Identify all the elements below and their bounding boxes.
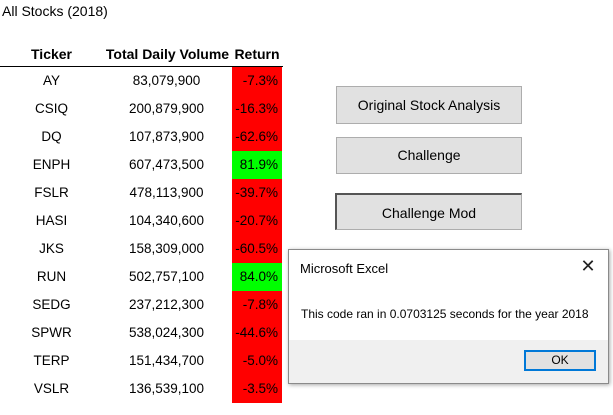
return-cell[interactable]: -62.6% — [232, 123, 282, 151]
table-row: RUN 502,757,100 84.0% — [0, 263, 283, 291]
table-row: AY 83,079,900 -7.3% — [0, 67, 283, 95]
volume-cell[interactable]: 607,473,500 — [105, 151, 228, 179]
message-dialog: Microsoft Excel ✕ This code ran in 0.070… — [288, 249, 609, 384]
volume-cell[interactable]: 136,539,100 — [105, 375, 228, 403]
table-row: TERP 151,434,700 -5.0% — [0, 347, 283, 375]
volume-cell[interactable]: 538,024,300 — [105, 319, 228, 347]
header-total-daily-volume: Total Daily Volume — [105, 46, 230, 62]
ticker-cell[interactable]: AY — [0, 67, 103, 95]
table-row: ENPH 607,473,500 81.9% — [0, 151, 283, 179]
ok-button[interactable]: OK — [524, 350, 596, 371]
table-row: JKS 158,309,000 -60.5% — [0, 235, 283, 263]
volume-cell[interactable]: 502,757,100 — [105, 263, 228, 291]
return-cell[interactable]: -7.3% — [232, 67, 282, 95]
stock-table: AY 83,079,900 -7.3% CSIQ 200,879,900 -16… — [0, 67, 283, 403]
dialog-title: Microsoft Excel — [300, 261, 389, 276]
table-row: HASI 104,340,600 -20.7% — [0, 207, 283, 235]
table-row: FSLR 478,113,900 -39.7% — [0, 179, 283, 207]
volume-cell[interactable]: 158,309,000 — [105, 235, 228, 263]
return-cell[interactable]: -39.7% — [232, 179, 282, 207]
volume-cell[interactable]: 107,873,900 — [105, 123, 228, 151]
ticker-cell[interactable]: FSLR — [0, 179, 103, 207]
challenge-button[interactable]: Challenge — [336, 137, 522, 174]
return-cell[interactable]: -16.3% — [232, 95, 282, 123]
return-cell[interactable]: -3.5% — [232, 375, 282, 403]
ticker-cell[interactable]: TERP — [0, 347, 103, 375]
header-ticker: Ticker — [31, 46, 72, 62]
return-cell[interactable]: 81.9% — [232, 151, 282, 179]
table-row: DQ 107,873,900 -62.6% — [0, 123, 283, 151]
table-row: SEDG 237,212,300 -7.8% — [0, 291, 283, 319]
return-cell[interactable]: -7.8% — [232, 291, 282, 319]
header-return: Return — [234, 46, 280, 62]
volume-cell[interactable]: 200,879,900 — [105, 95, 228, 123]
dialog-message: This code ran in 0.0703125 seconds for t… — [301, 307, 589, 321]
volume-cell[interactable]: 478,113,900 — [105, 179, 228, 207]
table-row: VSLR 136,539,100 -3.5% — [0, 375, 283, 403]
return-cell[interactable]: -5.0% — [232, 347, 282, 375]
volume-cell[interactable]: 237,212,300 — [105, 291, 228, 319]
volume-cell[interactable]: 104,340,600 — [105, 207, 228, 235]
ticker-cell[interactable]: CSIQ — [0, 95, 103, 123]
return-cell[interactable]: -44.6% — [232, 319, 282, 347]
challenge-mod-button[interactable]: Challenge Mod — [335, 193, 522, 230]
ticker-cell[interactable]: JKS — [0, 235, 103, 263]
volume-cell[interactable]: 151,434,700 — [105, 347, 228, 375]
dialog-footer: OK — [289, 340, 608, 383]
return-cell[interactable]: 84.0% — [232, 263, 282, 291]
return-cell[interactable]: -60.5% — [232, 235, 282, 263]
ticker-cell[interactable]: DQ — [0, 123, 103, 151]
close-icon[interactable]: ✕ — [578, 255, 598, 277]
ticker-cell[interactable]: RUN — [0, 263, 103, 291]
ticker-cell[interactable]: HASI — [0, 207, 103, 235]
table-row: CSIQ 200,879,900 -16.3% — [0, 95, 283, 123]
ticker-cell[interactable]: SPWR — [0, 319, 103, 347]
ticker-cell[interactable]: VSLR — [0, 375, 103, 403]
sheet-title: All Stocks (2018) — [2, 3, 108, 19]
original-stock-analysis-button[interactable]: Original Stock Analysis — [336, 86, 522, 124]
ticker-cell[interactable]: ENPH — [0, 151, 103, 179]
volume-cell[interactable]: 83,079,900 — [105, 67, 228, 95]
return-cell[interactable]: -20.7% — [232, 207, 282, 235]
ticker-cell[interactable]: SEDG — [0, 291, 103, 319]
table-row: SPWR 538,024,300 -44.6% — [0, 319, 283, 347]
